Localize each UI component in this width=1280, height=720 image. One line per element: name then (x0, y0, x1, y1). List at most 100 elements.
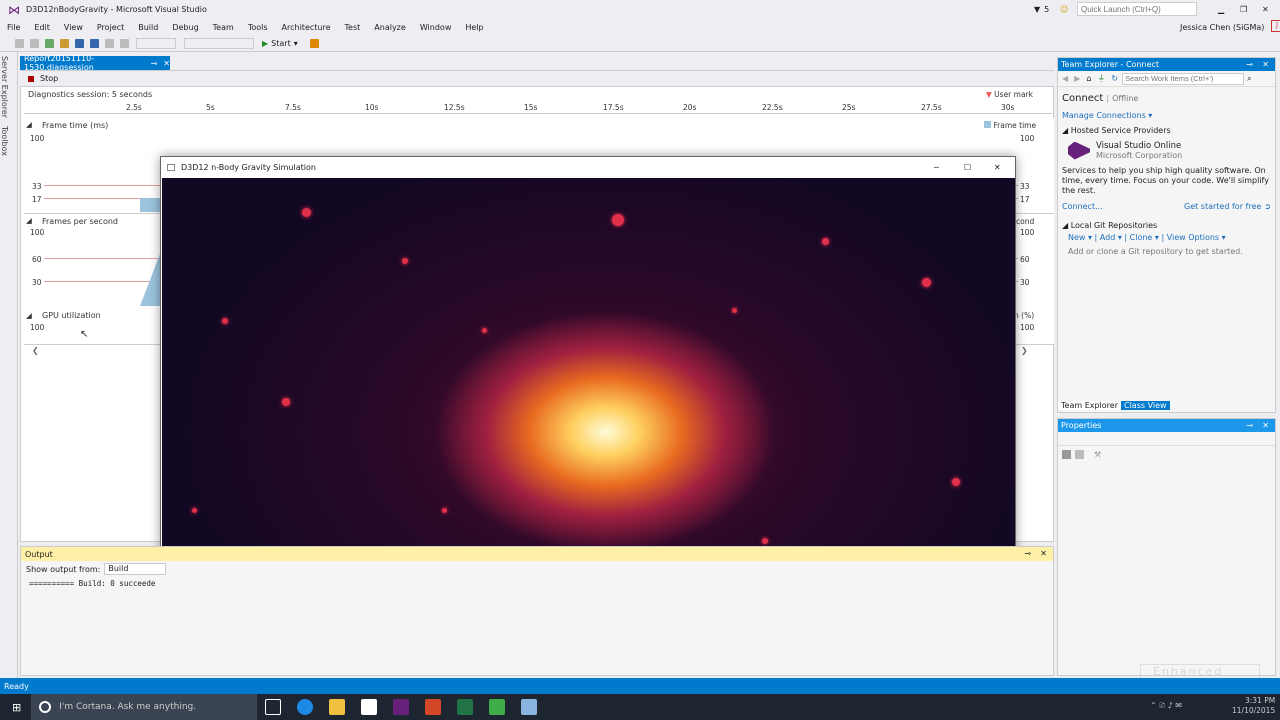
camtasia-icon[interactable] (457, 699, 474, 715)
powerpoint-icon[interactable] (425, 699, 442, 715)
y-tick: 33 (32, 182, 42, 191)
menu-help[interactable]: Help (465, 23, 483, 32)
y-tick: 100 (1020, 228, 1035, 237)
quick-launch-input[interactable] (1077, 2, 1197, 16)
pin-icon[interactable]: ⊸ (151, 59, 158, 68)
get-started-link[interactable]: Get started for free ➲ (1184, 202, 1271, 211)
user-mark-legend: ▼ User mark (986, 90, 1033, 99)
object-selector[interactable] (1058, 432, 1275, 446)
close-icon[interactable]: ✕ (1262, 421, 1269, 430)
clock[interactable]: 3:31 PM 11/10/2015 (1232, 696, 1275, 716)
menu-debug[interactable]: Debug (172, 23, 198, 32)
pin-icon[interactable]: ⊸ (1246, 421, 1253, 430)
menu-architecture[interactable]: Architecture (282, 23, 331, 32)
menu-project[interactable]: Project (97, 23, 124, 32)
particle (952, 478, 960, 486)
edge-icon[interactable] (297, 699, 314, 715)
cortana-icon (39, 701, 52, 713)
config-dropdown[interactable] (136, 37, 176, 49)
hosted-section-header[interactable]: ◢ Hosted Service Providers (1062, 126, 1271, 135)
git-new-link[interactable]: New (1068, 233, 1085, 242)
git-clone-link[interactable]: Clone (1130, 233, 1153, 242)
wrench-icon[interactable]: ⚒ (1094, 450, 1101, 459)
avatar[interactable]: J (1271, 20, 1280, 32)
refresh-icon[interactable]: ↻ (1111, 74, 1118, 83)
collapse-icon[interactable]: ◢ (26, 120, 32, 129)
feedback-smiley-icon[interactable]: ☺ (1060, 5, 1068, 14)
visual-studio-icon[interactable] (393, 699, 410, 715)
close-icon[interactable]: ✕ (1040, 549, 1047, 558)
manage-connections-link[interactable]: Manage Connections ▾ (1062, 111, 1271, 120)
menu-file[interactable]: File (7, 23, 20, 32)
alphabetical-icon[interactable] (1075, 449, 1084, 459)
attach-icon[interactable] (309, 38, 319, 48)
platform-dropdown[interactable] (184, 37, 254, 49)
tick-label: 17.5s (603, 103, 624, 112)
tab-team-explorer[interactable]: Team Explorer (1058, 401, 1121, 410)
back-icon[interactable]: ◀ (1062, 74, 1068, 83)
menu-build[interactable]: Build (138, 23, 158, 32)
toolbox-tab[interactable]: Toolbox (0, 122, 9, 160)
open-icon[interactable] (60, 38, 69, 48)
y-tick: 33 (1020, 182, 1030, 191)
menu-edit[interactable]: Edit (34, 23, 50, 32)
filter-icon[interactable]: ▼ 5 (1034, 5, 1049, 14)
store-icon[interactable] (361, 699, 378, 715)
collapse-icon[interactable]: ◢ (26, 311, 32, 320)
close-icon[interactable]: ✕ (1262, 5, 1269, 14)
menu-window[interactable]: Window (420, 23, 452, 32)
output-header: Output (21, 547, 1053, 561)
document-tab[interactable]: Report20151110-1530.diagsession ⊸ ✕ (20, 54, 170, 72)
close-icon[interactable]: ✕ (1262, 60, 1269, 69)
task-view-icon[interactable] (265, 699, 282, 715)
minimize-icon[interactable]: ▁ (1218, 5, 1224, 14)
close-icon[interactable]: ✕ (994, 163, 1001, 172)
view-options-link[interactable]: View Options (1167, 233, 1219, 242)
save-icon[interactable] (75, 38, 84, 48)
server-explorer-tab[interactable]: Server Explorer (0, 52, 9, 122)
windows-start-icon[interactable]: ⊞ (12, 701, 21, 714)
simulation-app-icon[interactable] (521, 699, 538, 715)
undo-icon[interactable] (105, 38, 114, 48)
search-work-items-input[interactable] (1122, 72, 1245, 85)
output-source-dropdown[interactable]: Build (104, 563, 167, 575)
system-tray-icons[interactable]: ⌃ 🗈 ♪ ✉ (1150, 700, 1182, 714)
graph-scroll-right-icon[interactable]: ❯ (1021, 346, 1028, 355)
home-icon[interactable]: ⌂ (1086, 74, 1091, 83)
menu-view[interactable]: View (64, 23, 83, 32)
save-all-icon[interactable] (90, 38, 99, 48)
window-title: D3D12nBodyGravity - Microsoft Visual Stu… (26, 5, 207, 14)
minimize-icon[interactable]: ─ (934, 163, 939, 172)
maximize-icon[interactable]: ☐ (964, 163, 971, 172)
close-tab-icon[interactable]: ✕ (163, 59, 170, 68)
start-button[interactable]: ▶ Start ▾ (262, 39, 298, 48)
git-hint: Add or clone a Git repository to get sta… (1068, 247, 1243, 256)
menu-tools[interactable]: Tools (248, 23, 268, 32)
redo-icon[interactable] (120, 38, 129, 48)
particle (762, 538, 768, 544)
search-icon[interactable]: ⌕ (1247, 74, 1251, 84)
menu-analyze[interactable]: Analyze (374, 23, 406, 32)
plug-icon[interactable]: ⏚ (1097, 73, 1105, 84)
graph-scroll-left-icon[interactable]: ❮ (32, 346, 39, 355)
menu-team[interactable]: Team (213, 23, 234, 32)
categorized-icon[interactable] (1062, 449, 1071, 459)
git-add-link[interactable]: Add (1100, 233, 1116, 242)
menu-test[interactable]: Test (345, 23, 361, 32)
camtasia-recorder-icon[interactable] (489, 699, 506, 715)
forward-icon[interactable]: ▶ (1074, 74, 1080, 83)
collapse-icon[interactable]: ◢ (26, 216, 32, 225)
back-icon[interactable] (15, 38, 24, 48)
new-project-icon[interactable] (45, 38, 54, 48)
tab-class-view[interactable]: Class View (1121, 401, 1170, 410)
user-name[interactable]: Jessica Chen (SiGMa) (1180, 23, 1264, 32)
pin-icon[interactable]: ⊸ (1024, 549, 1031, 558)
cortana-search-box[interactable]: I'm Cortana. Ask me anything. (31, 694, 258, 720)
connect-link[interactable]: Connect... (1062, 202, 1103, 211)
stop-button[interactable]: Stop (40, 74, 58, 83)
file-explorer-icon[interactable] (329, 699, 346, 715)
git-section-header[interactable]: ◢ Local Git Repositories (1062, 221, 1271, 230)
forward-icon[interactable] (30, 38, 39, 48)
restore-icon[interactable]: ❐ (1240, 5, 1247, 14)
pin-icon[interactable]: ⊸ (1246, 60, 1253, 69)
